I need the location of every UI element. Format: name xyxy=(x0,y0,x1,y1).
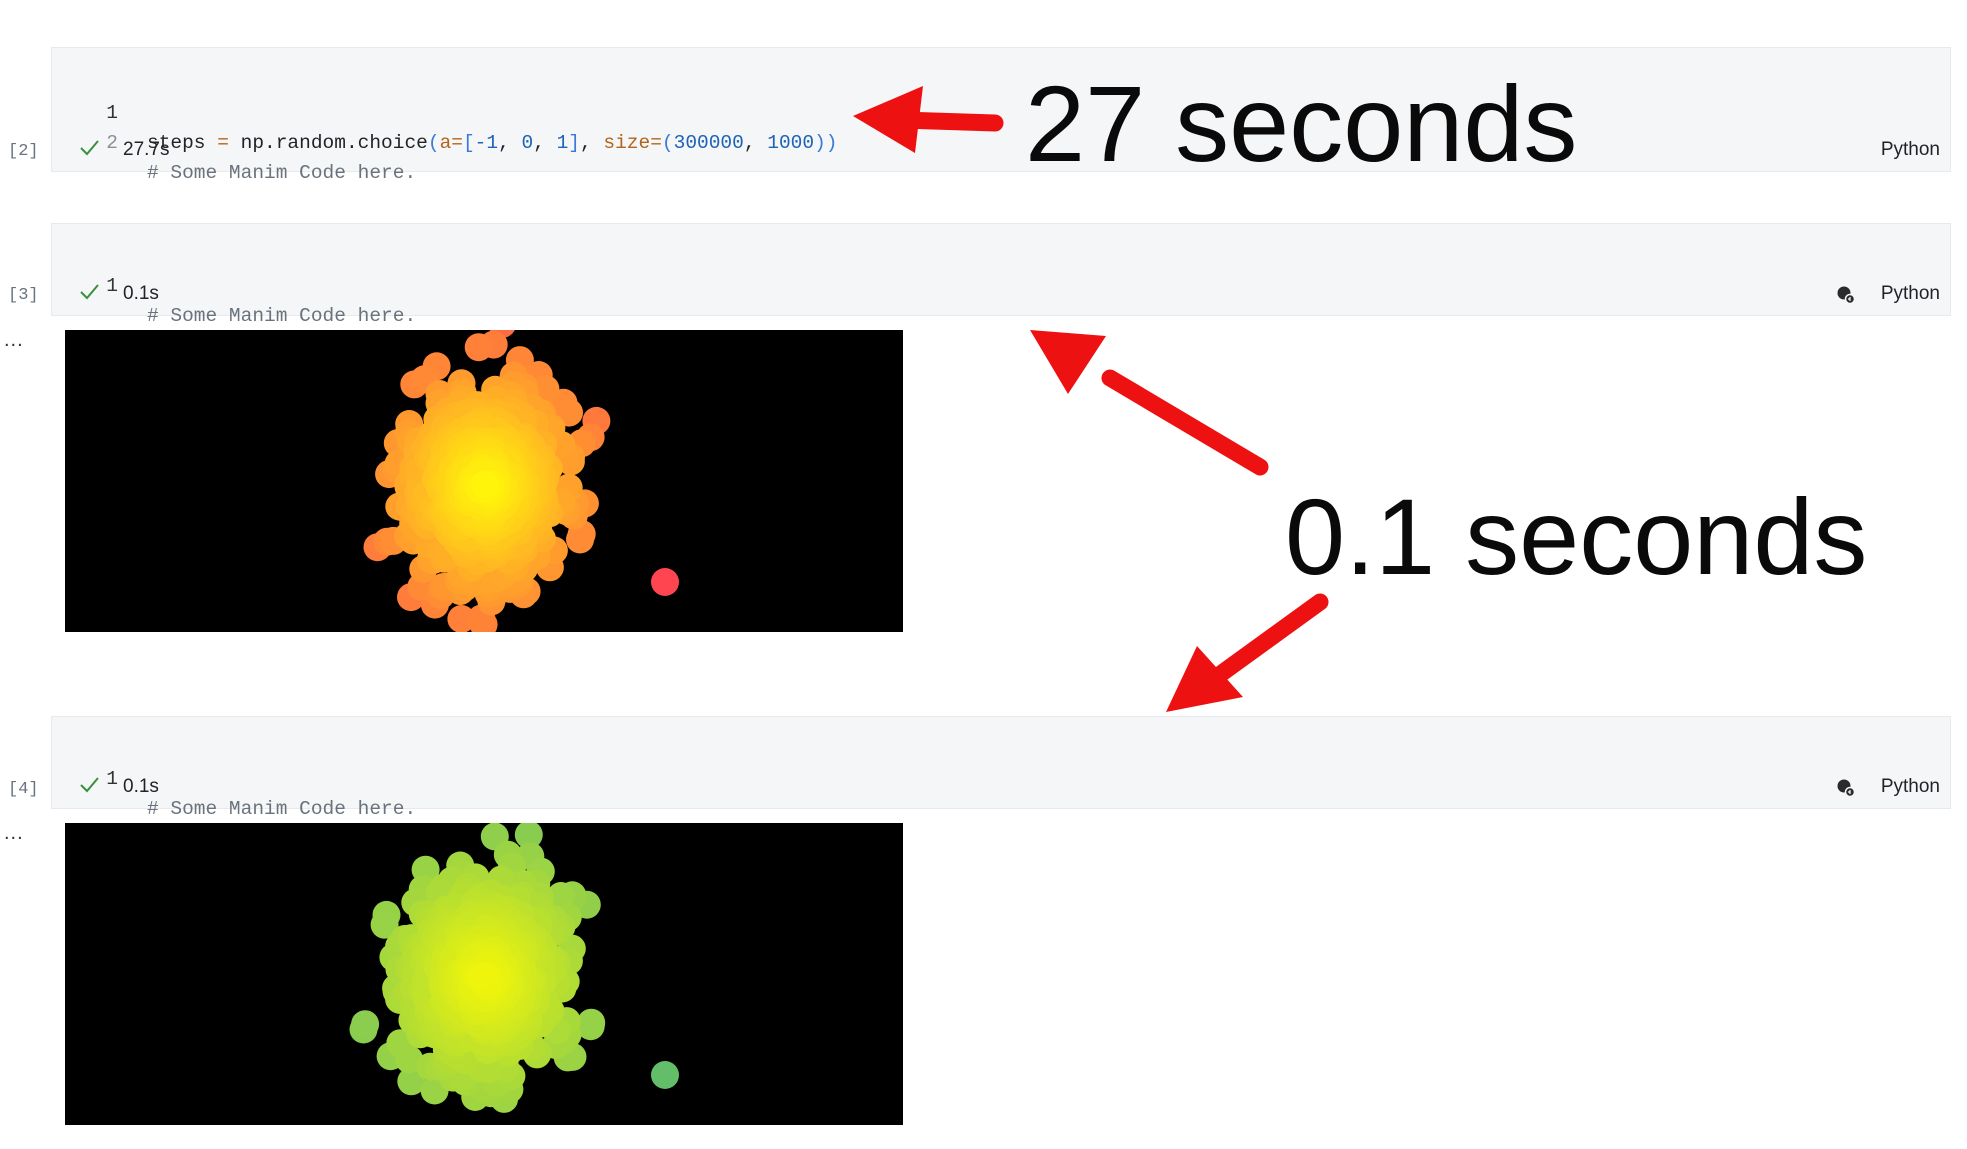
red-arrow xyxy=(1166,593,1329,712)
annotation-arrows xyxy=(853,86,1329,712)
red-arrow xyxy=(1030,330,1269,476)
red-arrow xyxy=(853,86,1004,153)
